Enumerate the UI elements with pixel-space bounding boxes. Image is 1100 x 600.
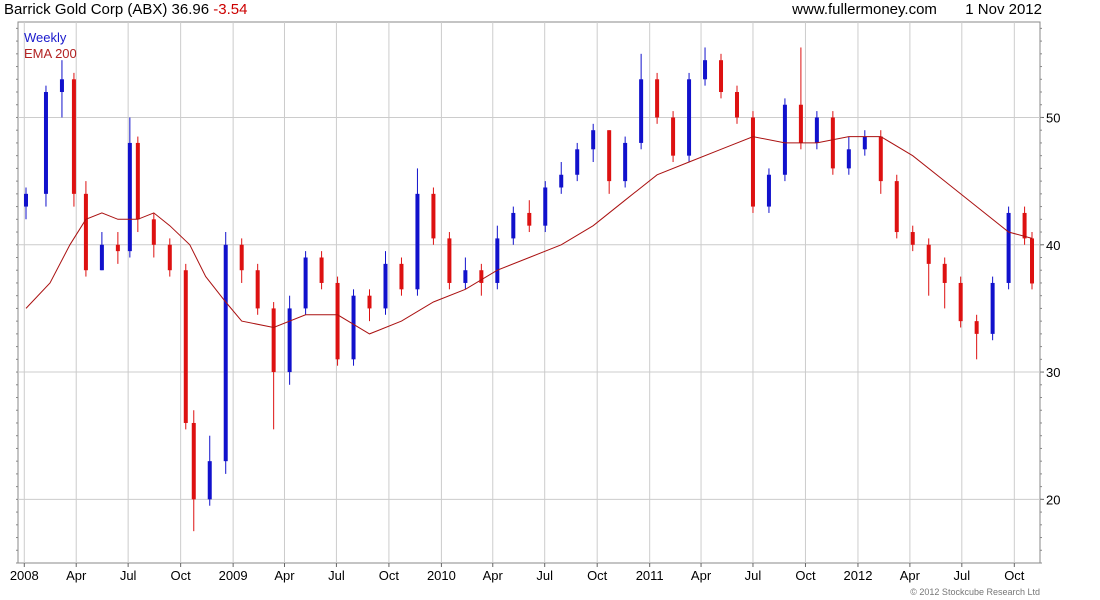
plot-area [17,21,1041,564]
candle-up [207,461,212,500]
candle-down [183,270,188,423]
candle-down [399,263,404,290]
candle-down [958,282,963,322]
x-tick-label: Jul [954,568,971,583]
candle-up [814,117,819,143]
candle-up [59,79,64,93]
candle-up [990,282,995,334]
candle-up [543,187,548,226]
candle-down [239,244,244,271]
candle-up [623,142,628,182]
y-tick-label: 40 [1046,238,1060,253]
candle-down [83,193,88,271]
candle-down [151,219,156,245]
candle-down [655,79,660,118]
candle-up [43,92,48,194]
candle-up [351,295,356,360]
candle-up [127,142,132,252]
x-tick-label: Jul [120,568,137,583]
x-tick-label: Oct [379,568,400,583]
x-tick-label: 2008 [10,568,39,583]
x-tick-label: Apr [274,568,295,583]
legend-ema: EMA 200 [24,46,77,61]
legend-weekly: Weekly [24,30,67,45]
candle-up [495,238,500,283]
candle-up [99,244,104,271]
x-tick-label: Apr [900,568,921,583]
candle-down [1022,212,1027,239]
y-tick-label: 30 [1046,365,1060,380]
x-tick-label: Oct [171,568,192,583]
candle-down [974,321,979,334]
x-tick-label: Jul [745,568,762,583]
candle-down [135,142,140,220]
candle-up [782,104,787,175]
candle-down [167,244,172,271]
candle-up [766,174,771,207]
copyright-notice: © 2012 Stockcube Research Ltd [910,587,1040,597]
candle-down [367,295,372,309]
candle-up [463,270,468,283]
candle-down [607,130,612,182]
x-tick-label: Apr [66,568,87,583]
candle-up [687,79,692,156]
candle-down [1030,238,1034,284]
candle-down [926,244,931,264]
candle-down [910,232,915,245]
y-tick-label: 50 [1046,110,1060,125]
y-tick-label: 20 [1046,492,1060,507]
x-axis-ticks: 2008 Apr Jul Oct 2009 Apr Jul Oct 2010 Apr Jul Oct 2… [10,563,1025,583]
candle-down [271,308,276,373]
x-tick-label: 2010 [427,568,456,583]
candle-down [750,117,755,207]
candle-up [639,79,644,143]
candle-down [255,270,260,309]
candle-down [431,193,436,239]
x-tick-label: Jul [328,568,345,583]
price-chart: 20 30 40 50 2008 Apr Jul Oct 2009 Apr Jul Oct 2010 A… [10,21,1060,583]
candle-down [894,181,899,233]
x-tick-label: 2012 [844,568,873,583]
candle-up [383,263,388,309]
x-tick-label: Oct [1004,568,1025,583]
x-tick-label: Oct [587,568,608,583]
candle-up [24,193,28,207]
x-tick-label: Apr [483,568,504,583]
candle-down [335,282,340,360]
x-tick-label: 2009 [219,568,248,583]
candle-down [942,263,947,283]
candle-down [319,257,324,283]
candle-down [798,104,803,143]
x-tick-label: Oct [795,568,816,583]
candle-up [415,193,420,290]
candle-down [191,422,196,500]
candle-up [287,308,292,373]
candle-up [223,244,228,462]
candle-down [671,117,676,156]
candle-up [303,257,308,309]
candle-down [719,60,724,93]
x-tick-label: 2011 [636,568,664,583]
candle-down [878,136,883,182]
candle-up [846,149,851,169]
candle-down [527,212,532,226]
x-tick-label: Apr [691,568,712,583]
candle-up [703,60,708,80]
candle-down [115,244,120,252]
candle-up [575,149,580,175]
candle-up [559,174,564,188]
candle-down [830,117,835,169]
candle-down [71,79,76,194]
legend: Weekly EMA 200 [24,30,77,62]
candle-up [511,212,516,239]
candle-down [734,92,739,118]
x-tick-label: Jul [536,568,553,583]
candle-up [591,130,596,150]
candle-up [862,136,867,150]
candle-down [447,238,452,283]
candle-up [1006,212,1011,283]
